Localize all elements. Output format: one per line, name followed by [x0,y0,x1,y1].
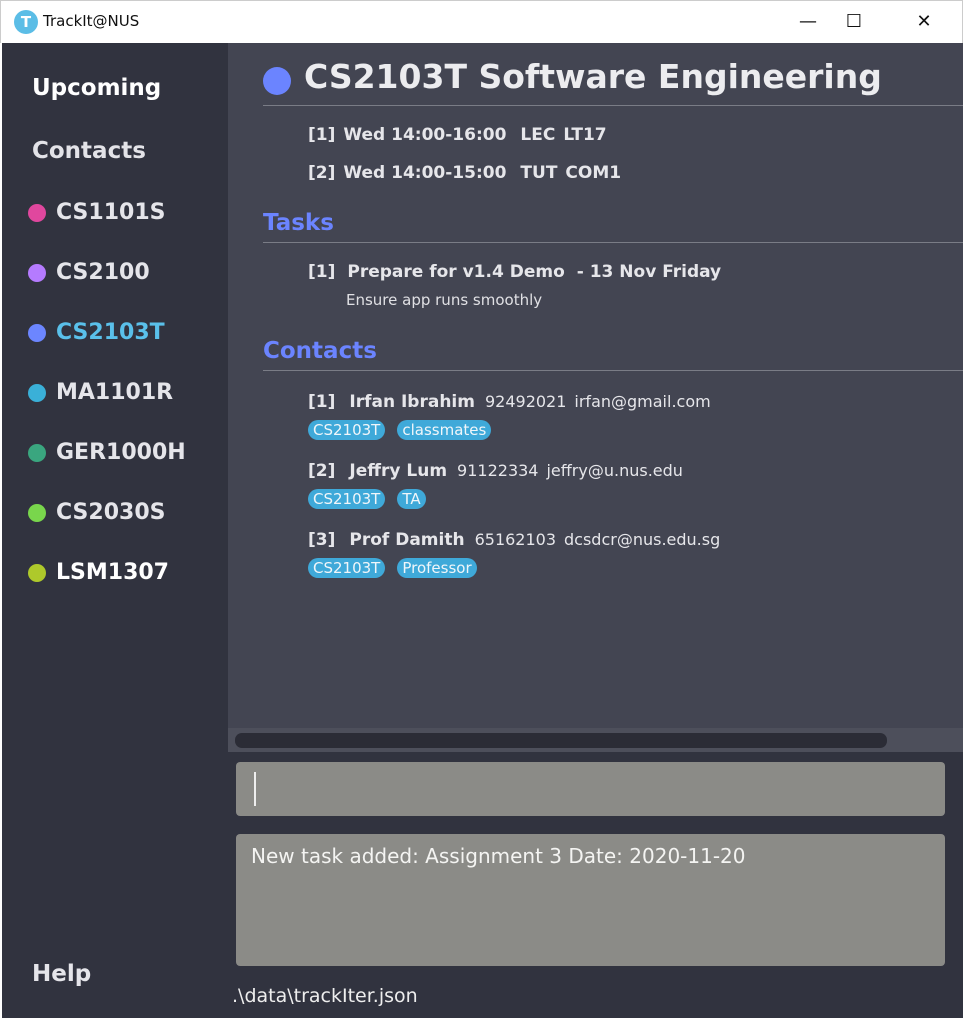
name: Irfan Ibrahim [349,392,475,412]
sidebar-module-cs2103t[interactable]: CS2103T [28,320,165,345]
sidebar-module-cs2100[interactable]: CS2100 [28,260,150,285]
index: [1] [308,392,336,412]
contact-item[interactable]: [3] Prof Damith 65162103 dcsdcr@nus.edu.sg [308,530,728,550]
status-bar-path: .\data\trackIter.json [232,985,418,1007]
title-bar: T TrackIt@NUS — ☐ ✕ [0,0,963,43]
contact-tags: CS2103T classmates [308,420,492,440]
email: dcsdcr@nus.edu.sg [564,530,721,549]
command-input[interactable] [236,762,945,816]
sidebar-module-cs2030s[interactable]: CS2030S [28,500,165,525]
command-area: New task added: Assignment 3 Date: 2020-… [228,752,963,1018]
code: CS2103T [56,320,165,345]
contact-tags: CS2103T Professor [308,558,477,578]
app-logo-icon: T [14,10,38,34]
index: [1] [308,125,336,145]
tasks-heading: Tasks [263,210,334,236]
tag-badge: CS2103T [308,489,386,509]
name: Jeffry Lum [349,461,448,481]
divider [263,370,963,371]
nav-upcoming[interactable]: Upcoming [32,75,161,101]
nav-help[interactable]: Help [32,961,91,987]
horizontal-scrollbar[interactable] [228,728,963,752]
module-title: CS2103T Software Engineering [304,57,882,96]
tag-badge: classmates [397,420,492,440]
phone: 91122334 [457,461,539,480]
date: - 13 Nov Friday [576,262,722,282]
phone: 92492021 [484,392,567,411]
code: CS2030S [56,500,166,525]
type: LEC [520,125,556,145]
sidebar-module-ger1000h[interactable]: GER1000H [28,440,186,465]
code: CS2100 [56,260,150,285]
scrollbar-thumb[interactable] [235,733,887,748]
code: MA1101R [56,380,174,405]
index: [2] [308,163,336,183]
phone: 65162103 [474,530,557,549]
task-item[interactable]: [1] Prepare for v1.4 Demo - 13 Nov Friday [308,262,729,282]
sidebar: Upcoming Contacts CS1101S CS2100 CS2103T MA… [2,43,228,1018]
index: [3] [308,530,336,550]
sidebar-module-ma1101r[interactable]: MA1101R [28,380,173,405]
tag-badge: Professor [397,558,477,578]
module-dot-icon [28,263,46,282]
module-dot-icon [28,503,46,522]
task-description: Ensure app runs smoothly [346,291,543,309]
divider [263,242,963,243]
tag-badge: TA [397,489,426,509]
contacts-heading: Contacts [263,338,377,364]
module-dot-icon [28,323,46,342]
maximize-button[interactable]: ☐ [831,7,877,37]
minimize-button[interactable]: — [785,7,831,37]
module-detail-panel: CS2103T Software Engineering [1] Wed 14:0… [228,43,963,728]
time: Wed 14:00-15:00 [343,163,507,183]
window-title: TrackIt@NUS [43,12,140,30]
code: LSM1307 [56,560,169,585]
module-color-dot [263,67,291,95]
name: Prepare for v1.4 Demo [347,262,565,282]
tag-badge: CS2103T [308,558,386,578]
contact-item[interactable]: [1] Irfan Ibrahim 92492021 irfan@gmail.com [308,392,719,412]
type: TUT [520,163,558,183]
code: GER1000H [56,440,186,465]
result-display: New task added: Assignment 3 Date: 2020-… [236,834,945,966]
index: [1] [308,262,336,282]
index: [2] [308,461,336,481]
module-dot-icon [28,383,46,402]
code: CS1101S [56,200,166,225]
name: Prof Damith [349,530,465,550]
lesson-item: [1] Wed 14:00-16:00 LEC LT17 [308,125,615,145]
divider [263,105,963,106]
sidebar-module-cs1101s[interactable]: CS1101S [28,200,165,225]
time: Wed 14:00-16:00 [343,125,507,145]
tag-badge: CS2103T [308,420,386,440]
lesson-item: [2] Wed 14:00-15:00 TUT COM1 [308,163,629,183]
module-dot-icon [28,203,46,222]
module-dot-icon [28,443,46,462]
venue: COM1 [565,163,622,183]
text-caret [254,772,256,806]
contact-item[interactable]: [2] Jeffry Lum 91122334 jeffry@u.nus.edu [308,461,691,481]
sidebar-module-lsm1307[interactable]: LSM1307 [28,560,169,585]
venue: LT17 [563,125,607,145]
module-dot-icon [28,563,46,582]
contact-tags: CS2103T TA [308,489,426,509]
email: irfan@gmail.com [574,392,711,411]
email: jeffry@u.nus.edu [546,461,683,480]
close-button[interactable]: ✕ [901,7,947,37]
nav-contacts[interactable]: Contacts [32,138,146,164]
